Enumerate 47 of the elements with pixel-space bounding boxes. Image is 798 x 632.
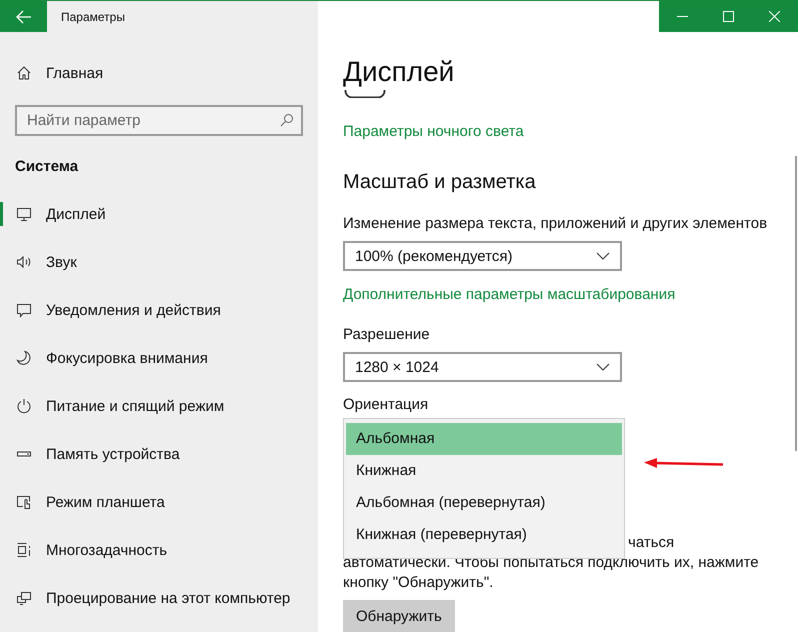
field-label: Разрешение: [343, 325, 430, 346]
sidebar-item[interactable]: Уведомления и действия: [0, 286, 318, 334]
dropdown-option[interactable]: Альбомная: [346, 423, 622, 455]
search-field[interactable]: Найти параметр: [15, 105, 303, 136]
power-icon: [16, 398, 32, 414]
resolution-dropdown[interactable]: 1280 × 1024: [343, 352, 622, 382]
maximize-icon: [722, 11, 734, 22]
sidebar-item[interactable]: Дисплей: [0, 190, 318, 238]
search-icon: [280, 113, 294, 127]
dropdown-option[interactable]: Книжная: [346, 455, 622, 487]
home-icon: [16, 65, 32, 81]
scale-dropdown[interactable]: 100% (рекомендуется): [343, 241, 622, 272]
message-icon: [16, 302, 32, 318]
back-arrow-icon: [16, 10, 32, 24]
close-icon: [769, 11, 780, 22]
section-heading: Система: [15, 157, 80, 177]
minimize-icon: [676, 16, 688, 17]
back-button[interactable]: [0, 1, 47, 32]
field-label: Ориентация: [343, 395, 428, 416]
projector-icon: [16, 590, 32, 606]
multitask-icon: [16, 542, 32, 558]
chevron-down-icon: [596, 363, 610, 372]
dropdown-option[interactable]: Альбомная (перевернутая): [346, 487, 622, 519]
section-heading: Масштаб и разметка: [343, 170, 536, 196]
detect-button[interactable]: Обнаружить: [343, 600, 455, 632]
home-nav-item[interactable]: Главная: [0, 49, 318, 97]
rounded-outline-drawing: [343, 90, 387, 98]
field-label: Изменение размера текста, приложений и других элементов: [343, 214, 768, 234]
dropdown-option[interactable]: Книжная (перевернутая): [346, 519, 622, 551]
scrollbar[interactable]: [795, 156, 797, 451]
sidebar-item[interactable]: Фокусировка внимания: [0, 334, 318, 382]
chevron-down-icon: [596, 252, 610, 260]
moon-icon: [16, 350, 32, 366]
sidebar-item[interactable]: Питание и спящий режим: [0, 382, 318, 430]
window-title: Параметры: [61, 10, 125, 24]
sidebar-item[interactable]: Проецирование на этот компьютер: [0, 574, 318, 622]
sidebar-item[interactable]: Многозадачность: [0, 526, 318, 574]
monitor-icon: [16, 206, 32, 222]
sidebar-item[interactable]: Звук: [0, 238, 318, 286]
sidebar-item[interactable]: Память устройства: [0, 430, 318, 478]
tablet-icon: [16, 494, 32, 510]
sidebar-item[interactable]: Режим планшета: [0, 478, 318, 526]
advanced-scaling-link[interactable]: Дополнительные параметры масштабирования: [343, 285, 676, 306]
night-light-link[interactable]: Параметры ночного света: [343, 122, 524, 142]
page-heading: Дисплей: [343, 55, 454, 89]
description-text: чаться: [628, 534, 674, 552]
speaker-icon: [16, 254, 32, 270]
